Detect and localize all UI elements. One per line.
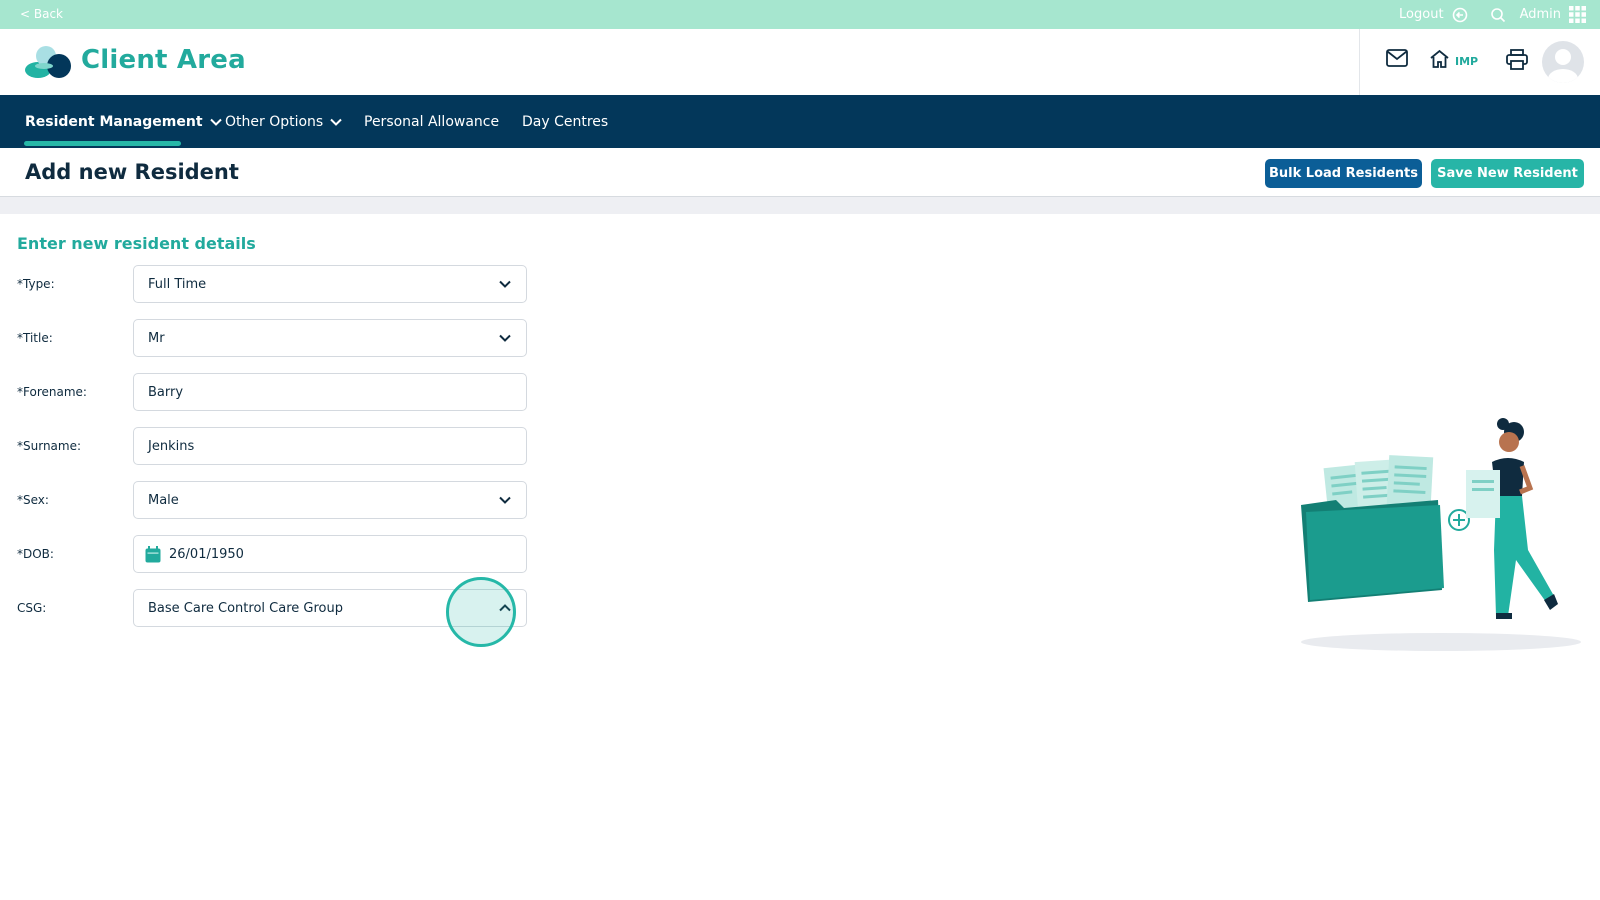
header-divider <box>1359 29 1360 95</box>
surname-label: *Surname: <box>17 439 82 453</box>
csg-label: CSG: <box>17 601 47 615</box>
chevron-down-icon <box>209 118 222 126</box>
chevron-down-icon <box>330 118 342 126</box>
calendar-icon[interactable] <box>145 545 161 563</box>
client-area-logo[interactable] <box>24 45 72 79</box>
title-select-value: Mr <box>148 330 165 346</box>
title-select[interactable]: Mr <box>133 319 527 357</box>
nav-item-label: Other Options <box>225 113 324 130</box>
type-select[interactable]: Full Time <box>133 265 527 303</box>
print-button[interactable] <box>1506 49 1528 74</box>
apps-grid-icon[interactable] <box>1569 6 1586 23</box>
printer-icon <box>1506 49 1528 74</box>
home-button[interactable]: IMP <box>1429 49 1478 73</box>
user-name[interactable]: Admin <box>1520 7 1561 22</box>
top-bar-actions: Logout Admin <box>1399 5 1586 24</box>
nav-item-label: Personal Allowance <box>364 113 500 130</box>
forename-input-value: Barry <box>148 384 184 400</box>
nav-item-day-centres[interactable]: Day Centres <box>522 95 608 148</box>
logout-icon[interactable] <box>1452 7 1468 23</box>
home-badge: IMP <box>1455 54 1479 68</box>
search-icon[interactable] <box>1490 7 1506 23</box>
top-bar: < Back Logout Admin <box>0 0 1600 29</box>
nav-item-label: Resident Management <box>25 113 203 130</box>
forename-input[interactable]: Barry <box>133 373 527 411</box>
save-new-resident-button[interactable]: Save New Resident <box>1431 159 1584 188</box>
section-title: Enter new resident details <box>17 234 256 253</box>
home-icon <box>1429 49 1450 73</box>
dob-date-input[interactable]: 26/01/1950 <box>133 535 527 573</box>
main-nav: Resident Management Other Options Person… <box>0 95 1600 148</box>
back-link[interactable]: < Back <box>20 7 63 21</box>
sex-label: *Sex: <box>17 493 49 507</box>
brand-title: Client Area <box>81 45 246 75</box>
nav-item-personal-allowance[interactable]: Personal Allowance <box>364 95 499 148</box>
mail-button[interactable] <box>1386 49 1408 71</box>
page-title-bar: Add new Resident Bulk Load Residents Sav… <box>0 148 1600 197</box>
sex-select-value: Male <box>148 492 179 508</box>
chevron-down-icon <box>498 493 512 507</box>
type-select-value: Full Time <box>148 276 207 292</box>
bulk-load-residents-button[interactable]: Bulk Load Residents <box>1265 159 1422 188</box>
surname-input[interactable]: Jenkins <box>133 427 527 465</box>
nav-active-indicator <box>24 141 181 146</box>
forename-label: *Forename: <box>17 385 87 399</box>
chevron-down-icon <box>498 331 512 345</box>
csg-select[interactable]: Base Care Control Care Group <box>133 589 527 627</box>
title-label: *Title: <box>17 331 53 345</box>
nav-item-label: Day Centres <box>522 113 609 130</box>
type-label: *Type: <box>17 277 55 291</box>
logout-link[interactable]: Logout <box>1399 7 1444 22</box>
user-avatar[interactable] <box>1542 41 1584 83</box>
chevron-up-icon <box>498 601 512 615</box>
mail-icon <box>1386 49 1408 71</box>
sex-select[interactable]: Male <box>133 481 527 519</box>
section-divider <box>0 197 1600 214</box>
surname-input-value: Jenkins <box>148 438 195 454</box>
csg-select-value: Base Care Control Care Group <box>148 600 343 616</box>
folder-person-illustration <box>1296 410 1586 655</box>
page-title: Add new Resident <box>25 160 239 184</box>
nav-item-other-options[interactable]: Other Options <box>225 95 342 148</box>
chevron-down-icon <box>498 277 512 291</box>
header: Client Area IMP <box>0 29 1600 95</box>
dob-label: *DOB: <box>17 547 54 561</box>
dob-date-value: 26/01/1950 <box>169 546 244 562</box>
